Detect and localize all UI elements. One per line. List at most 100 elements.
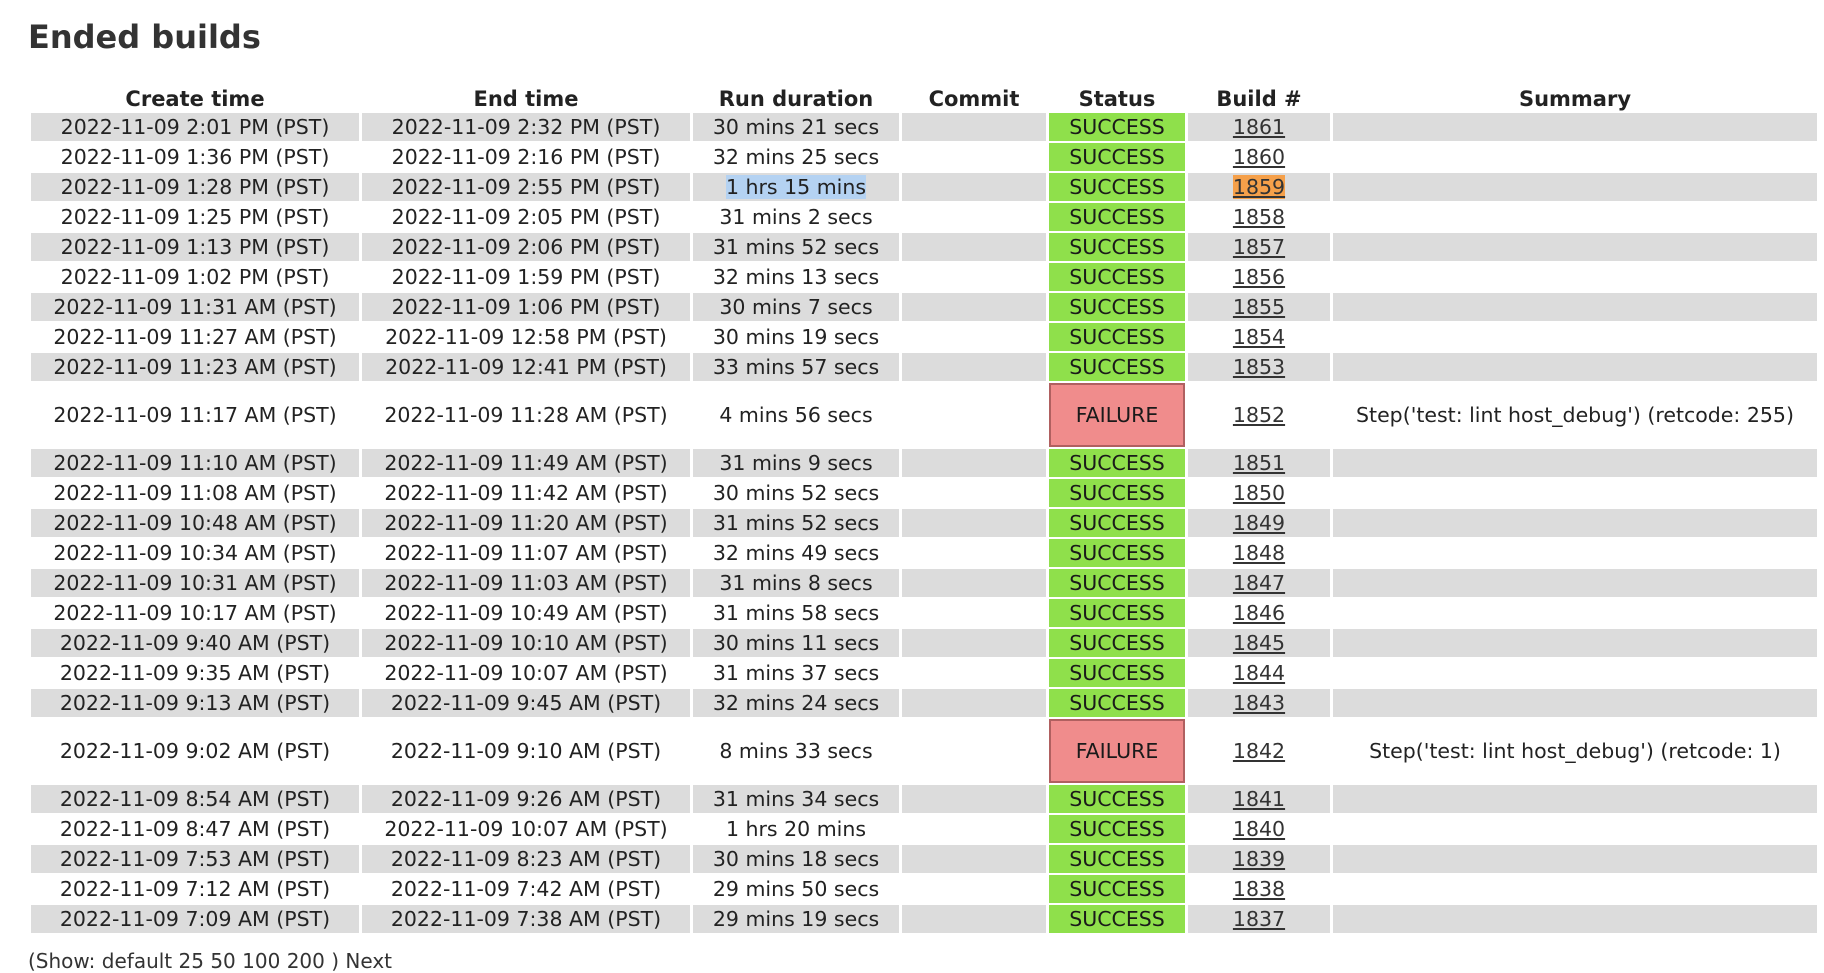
build-link[interactable]: 1848: [1233, 541, 1285, 565]
summary-cell: [1333, 449, 1817, 477]
build-link[interactable]: 1861: [1233, 115, 1285, 139]
build-number-cell: 1855: [1188, 293, 1330, 321]
table-row: 2022-11-09 7:53 AM (PST) 2022-11-09 8:23 …: [31, 845, 1817, 873]
build-number-cell: 1852: [1188, 383, 1330, 447]
table-row: 2022-11-09 7:09 AM (PST) 2022-11-09 7:38 …: [31, 905, 1817, 933]
summary-cell: [1333, 353, 1817, 381]
table-row: 2022-11-09 10:17 AM (PST) 2022-11-09 10:4…: [31, 599, 1817, 627]
end-time-cell: 2022-11-09 11:49 AM (PST): [362, 449, 690, 477]
build-link[interactable]: 1846: [1233, 601, 1285, 625]
build-link[interactable]: 1860: [1233, 145, 1285, 169]
build-link[interactable]: 1857: [1233, 235, 1285, 259]
build-link[interactable]: 1837: [1233, 907, 1285, 931]
summary-cell: [1333, 113, 1817, 141]
run-duration-cell: 31 mins 2 secs: [693, 203, 899, 231]
table-row: 2022-11-09 10:48 AM (PST) 2022-11-09 11:2…: [31, 509, 1817, 537]
build-link[interactable]: 1852: [1233, 403, 1285, 427]
table-row: 2022-11-09 1:13 PM (PST) 2022-11-09 2:06 …: [31, 233, 1817, 261]
build-link[interactable]: 1856: [1233, 265, 1285, 289]
page-size-200-link[interactable]: 200: [287, 949, 325, 973]
table-row: 2022-11-09 1:36 PM (PST) 2022-11-09 2:16 …: [31, 143, 1817, 171]
page-size-100-link[interactable]: 100: [242, 949, 280, 973]
end-time-cell: 2022-11-09 12:41 PM (PST): [362, 353, 690, 381]
create-time-cell: 2022-11-09 9:13 AM (PST): [31, 689, 359, 717]
build-number-cell: 1844: [1188, 659, 1330, 687]
run-duration-cell: 31 mins 34 secs: [693, 785, 899, 813]
build-link[interactable]: 1855: [1233, 295, 1285, 319]
next-page-link[interactable]: Next: [345, 949, 392, 973]
build-link[interactable]: 1859: [1232, 175, 1286, 199]
run-duration-cell: 1 hrs 20 mins: [693, 815, 899, 843]
end-time-cell: 2022-11-09 7:42 AM (PST): [362, 875, 690, 903]
build-link[interactable]: 1843: [1233, 691, 1285, 715]
build-link[interactable]: 1858: [1233, 205, 1285, 229]
build-number-cell: 1860: [1188, 143, 1330, 171]
build-link[interactable]: 1849: [1233, 511, 1285, 535]
build-number-cell: 1858: [1188, 203, 1330, 231]
build-link[interactable]: 1844: [1233, 661, 1285, 685]
commit-cell: [902, 383, 1046, 447]
status-badge: SUCCESS: [1049, 113, 1185, 141]
build-number-cell: 1853: [1188, 353, 1330, 381]
build-number-cell: 1857: [1188, 233, 1330, 261]
duration-text: 31 mins 8 secs: [719, 571, 873, 595]
page-size-default-link[interactable]: default: [102, 949, 172, 973]
status-badge: FAILURE: [1049, 383, 1185, 447]
summary-cell: [1333, 905, 1817, 933]
commit-cell: [902, 689, 1046, 717]
show-close: ): [331, 949, 340, 973]
build-link[interactable]: 1850: [1233, 481, 1285, 505]
status-badge: SUCCESS: [1049, 233, 1185, 261]
create-time-cell: 2022-11-09 2:01 PM (PST): [31, 113, 359, 141]
summary-cell: [1333, 815, 1817, 843]
page-size-50-link[interactable]: 50: [210, 949, 235, 973]
create-time-cell: 2022-11-09 11:10 AM (PST): [31, 449, 359, 477]
status-badge: SUCCESS: [1049, 785, 1185, 813]
summary-cell: [1333, 323, 1817, 351]
create-time-cell: 2022-11-09 8:47 AM (PST): [31, 815, 359, 843]
build-link[interactable]: 1842: [1233, 739, 1285, 763]
build-number-cell: 1848: [1188, 539, 1330, 567]
create-time-cell: 2022-11-09 9:35 AM (PST): [31, 659, 359, 687]
run-duration-cell: 4 mins 56 secs: [693, 383, 899, 447]
commit-cell: [902, 629, 1046, 657]
create-time-cell: 2022-11-09 10:34 AM (PST): [31, 539, 359, 567]
create-time-cell: 2022-11-09 1:25 PM (PST): [31, 203, 359, 231]
ended-builds-table: Create time End time Run duration Commit…: [28, 82, 1820, 935]
build-link[interactable]: 1854: [1233, 325, 1285, 349]
summary-cell: [1333, 785, 1817, 813]
commit-cell: [902, 203, 1046, 231]
commit-cell: [902, 569, 1046, 597]
build-link[interactable]: 1841: [1233, 787, 1285, 811]
end-time-cell: 2022-11-09 10:07 AM (PST): [362, 815, 690, 843]
status-badge: SUCCESS: [1049, 353, 1185, 381]
status-badge: SUCCESS: [1049, 659, 1185, 687]
build-link[interactable]: 1853: [1233, 355, 1285, 379]
status-badge: SUCCESS: [1049, 629, 1185, 657]
run-duration-cell: 31 mins 9 secs: [693, 449, 899, 477]
summary-cell: [1333, 569, 1817, 597]
summary-cell: [1333, 875, 1817, 903]
run-duration-cell: 32 mins 24 secs: [693, 689, 899, 717]
create-time-cell: 2022-11-09 1:13 PM (PST): [31, 233, 359, 261]
end-time-cell: 2022-11-09 2:55 PM (PST): [362, 173, 690, 201]
commit-cell: [902, 905, 1046, 933]
build-link[interactable]: 1840: [1233, 817, 1285, 841]
build-link[interactable]: 1847: [1233, 571, 1285, 595]
end-time-cell: 2022-11-09 11:07 AM (PST): [362, 539, 690, 567]
build-link[interactable]: 1845: [1233, 631, 1285, 655]
show-label: (Show:: [28, 949, 96, 973]
column-header-commit: Commit: [928, 87, 1020, 111]
end-time-cell: 2022-11-09 11:03 AM (PST): [362, 569, 690, 597]
duration-text: 30 mins 19 secs: [712, 325, 880, 349]
status-badge: SUCCESS: [1049, 323, 1185, 351]
run-duration-cell: 30 mins 21 secs: [693, 113, 899, 141]
duration-text: 4 mins 56 secs: [719, 403, 873, 427]
end-time-cell: 2022-11-09 2:16 PM (PST): [362, 143, 690, 171]
build-link[interactable]: 1839: [1233, 847, 1285, 871]
build-link[interactable]: 1838: [1233, 877, 1285, 901]
page-size-25-link[interactable]: 25: [179, 949, 204, 973]
summary-cell: [1333, 599, 1817, 627]
status-badge: SUCCESS: [1049, 815, 1185, 843]
build-link[interactable]: 1851: [1233, 451, 1285, 475]
